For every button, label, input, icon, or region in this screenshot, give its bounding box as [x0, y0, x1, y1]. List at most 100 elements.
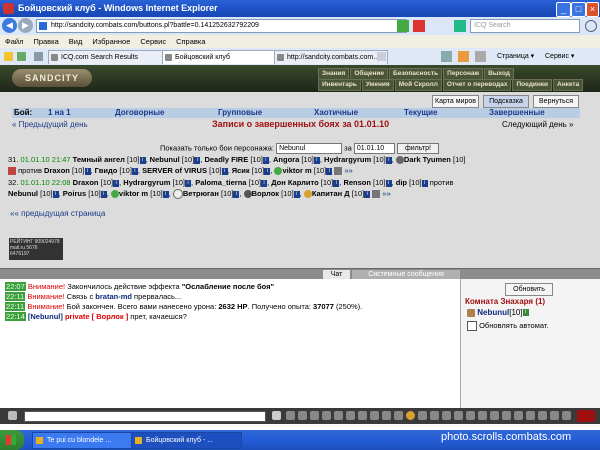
- exit-icon[interactable]: [577, 410, 595, 422]
- player-name[interactable]: Гвидо: [95, 166, 118, 175]
- player-name[interactable]: Deadly FIRE: [204, 155, 248, 164]
- toolbar-icon[interactable]: [334, 411, 343, 420]
- smiley-icon[interactable]: [406, 411, 415, 420]
- menu-favorites[interactable]: Избранное: [87, 35, 135, 48]
- toolbar-icon[interactable]: [394, 411, 403, 420]
- start-button[interactable]: [0, 430, 24, 450]
- nav-skills[interactable]: Умения: [361, 79, 394, 91]
- menu-help[interactable]: Справка: [171, 35, 210, 48]
- info-icon[interactable]: i: [221, 167, 228, 175]
- player-name[interactable]: Дон Карлито: [271, 178, 318, 187]
- tab-combats[interactable]: Бойцовский клуб: [162, 50, 286, 64]
- player-name[interactable]: Renson: [343, 178, 371, 187]
- toolbar-icon[interactable]: [538, 411, 547, 420]
- info-icon[interactable]: i: [139, 156, 146, 164]
- info-icon[interactable]: i: [264, 167, 271, 175]
- player-name[interactable]: Ворлок: [252, 189, 279, 198]
- toolbar-icon[interactable]: [526, 411, 535, 420]
- info-icon[interactable]: i: [84, 167, 91, 175]
- info-icon[interactable]: i: [385, 156, 392, 164]
- nav-battles[interactable]: Поединки: [512, 79, 553, 91]
- chat-text[interactable]: private [ Ворлок ]: [65, 312, 128, 321]
- toolbar-icon[interactable]: [466, 411, 475, 420]
- player-name[interactable]: viktor m: [282, 166, 311, 175]
- toolbar-icon[interactable]: [550, 411, 559, 420]
- info-icon[interactable]: i: [262, 156, 269, 164]
- search-input[interactable]: ICQ Search: [470, 19, 580, 33]
- player-name[interactable]: dip: [396, 178, 407, 187]
- room-user-name[interactable]: Nebunul: [477, 308, 509, 317]
- player-name[interactable]: Paloma_tierna: [195, 178, 246, 187]
- send-icon[interactable]: [272, 411, 281, 420]
- player-name[interactable]: SERVER of VIRUS: [142, 166, 207, 175]
- info-icon[interactable]: i: [421, 179, 428, 187]
- tab-list-icon[interactable]: [34, 52, 43, 61]
- info-icon[interactable]: i: [52, 190, 59, 198]
- menu-edit[interactable]: Правка: [28, 35, 63, 48]
- refresh-button[interactable]: Обновить: [505, 283, 553, 296]
- tab-finished[interactable]: Завершенные: [489, 108, 545, 118]
- info-icon[interactable]: i: [194, 156, 201, 164]
- user-action-icon[interactable]: [467, 308, 475, 317]
- info-icon[interactable]: i: [326, 167, 333, 175]
- info-icon[interactable]: i: [333, 179, 340, 187]
- close-button[interactable]: ×: [586, 2, 599, 17]
- battle-log-link[interactable]: »»: [382, 189, 390, 198]
- info-icon[interactable]: i: [385, 179, 392, 187]
- add-favorites-icon[interactable]: [17, 52, 26, 61]
- page-menu[interactable]: Страница ▾: [497, 51, 534, 62]
- info-icon[interactable]: i: [131, 167, 138, 175]
- toolbar-icon[interactable]: [346, 411, 355, 420]
- toolbar-icon[interactable]: [382, 411, 391, 420]
- task-ie-2[interactable]: Бойцовский клуб - ...: [131, 432, 242, 449]
- toolbar-icon[interactable]: [562, 411, 571, 420]
- chat-nick[interactable]: bratan-md: [95, 292, 132, 301]
- url-field[interactable]: http://sandcity.combats.com/buttons.pl?b…: [36, 19, 407, 33]
- player-name[interactable]: Hydrargyrum: [123, 178, 170, 187]
- favorites-star-icon[interactable]: [4, 52, 13, 61]
- tab-sandcity[interactable]: http://sandcity.combats.com...: [274, 50, 388, 64]
- stop-icon[interactable]: [413, 20, 425, 32]
- forward-arrow-icon[interactable]: ▶: [18, 18, 33, 33]
- info-icon[interactable]: i: [185, 179, 192, 187]
- tab-arranged[interactable]: Договорные: [115, 108, 165, 118]
- player-name[interactable]: Капитан Д: [312, 189, 350, 198]
- prev-day-link[interactable]: « Предыдущий день: [12, 120, 88, 129]
- next-day-link[interactable]: Следующий день »: [502, 120, 574, 129]
- nav-my-scroll[interactable]: Мой Скролл: [394, 79, 442, 91]
- info-icon[interactable]: i: [261, 179, 268, 187]
- player-name[interactable]: Ветрюган: [183, 189, 219, 198]
- toolbar-icon[interactable]: [418, 411, 427, 420]
- player-name[interactable]: Draxon: [73, 178, 99, 187]
- character-filter-input[interactable]: Nebunul: [276, 143, 343, 154]
- info-icon[interactable]: i: [100, 190, 107, 198]
- nav-inventory[interactable]: Инвентарь: [318, 79, 361, 91]
- player-name[interactable]: Poirus: [63, 189, 86, 198]
- chat-nick[interactable]: [Nebunul]: [28, 312, 63, 321]
- menu-file[interactable]: Файл: [0, 35, 28, 48]
- home-icon[interactable]: [441, 51, 452, 62]
- task-ie-1[interactable]: Te pui cu blondele ...: [32, 432, 143, 449]
- tab-chaotic[interactable]: Хаотичные: [314, 108, 358, 118]
- info-icon[interactable]: i: [313, 156, 320, 164]
- info-icon[interactable]: i: [293, 190, 300, 198]
- player-name[interactable]: Темный ангел: [73, 155, 125, 164]
- date-input[interactable]: 01.01.10: [353, 143, 395, 154]
- player-name[interactable]: Ясик: [232, 166, 250, 175]
- info-icon[interactable]: i: [162, 190, 169, 198]
- tab-one-on-one[interactable]: 1 на 1: [48, 108, 71, 118]
- chat-input[interactable]: [24, 411, 266, 422]
- tab-group[interactable]: Групповые: [218, 108, 262, 118]
- player-name[interactable]: Dark Tyumen: [404, 155, 451, 164]
- search-icon[interactable]: [585, 20, 597, 32]
- toolbar-icon[interactable]: [358, 411, 367, 420]
- nav-profile[interactable]: Анкета: [553, 79, 584, 91]
- toolbar-icon[interactable]: [310, 411, 319, 420]
- info-icon[interactable]: i: [233, 190, 240, 198]
- toolbar-icon[interactable]: [502, 411, 511, 420]
- toolbar-icon[interactable]: [286, 411, 295, 420]
- tab-current[interactable]: Текущие: [404, 108, 438, 118]
- filter-button[interactable]: фильтр!: [396, 143, 439, 154]
- hint-button[interactable]: Подсказка: [483, 95, 529, 108]
- minimize-button[interactable]: _: [556, 2, 571, 17]
